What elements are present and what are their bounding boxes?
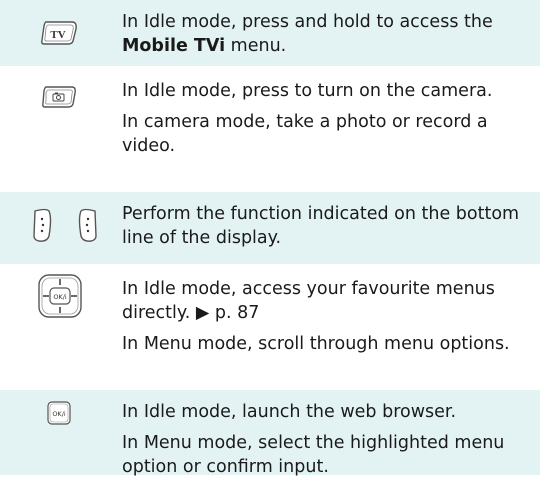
tv-key-icon: TV bbox=[41, 21, 77, 45]
description-paragraph: In camera mode, take a photo or record a… bbox=[122, 112, 488, 156]
description: In Idle mode, press to turn on the camer… bbox=[122, 66, 540, 192]
table-row: TV In Idle mode, press and hold to acces… bbox=[0, 0, 540, 66]
description-paragraph: In Idle mode, press and hold to access t… bbox=[122, 12, 493, 56]
icon-cell bbox=[0, 192, 122, 264]
icon-cell: OK/i bbox=[0, 390, 122, 475]
icon-cell: OK/i bbox=[0, 264, 122, 390]
icon-cell: TV bbox=[0, 0, 122, 66]
svg-text:TV: TV bbox=[50, 29, 65, 41]
table-row: OK/i In Idle mode, access your favourite… bbox=[0, 264, 540, 390]
description-paragraph: In Menu mode, select the highlighted men… bbox=[122, 433, 505, 477]
svg-text:OK/i: OK/i bbox=[53, 293, 67, 301]
description-paragraph: In Idle mode, press to turn on the camer… bbox=[122, 81, 493, 101]
description: Perform the function indicated on the bo… bbox=[122, 192, 540, 264]
description: In Idle mode, access your favourite menu… bbox=[122, 264, 540, 390]
svg-text:OK/i: OK/i bbox=[52, 410, 66, 418]
table-row: Perform the function indicated on the bo… bbox=[0, 192, 540, 264]
description: In Idle mode, launch the web browser. In… bbox=[122, 390, 540, 477]
icon-cell bbox=[0, 66, 122, 192]
camera-key-icon bbox=[42, 86, 76, 108]
description-paragraph: In Idle mode, access your favourite menu… bbox=[122, 279, 495, 323]
table-row: In Idle mode, press to turn on the camer… bbox=[0, 66, 540, 192]
navigation-key-icon: OK/i bbox=[38, 274, 82, 318]
description-paragraph: In Menu mode, scroll through menu option… bbox=[122, 334, 510, 354]
description-paragraph: In Idle mode, launch the web browser. bbox=[122, 402, 457, 422]
description: In Idle mode, press and hold to access t… bbox=[122, 0, 540, 66]
soft-keys-icon bbox=[33, 208, 97, 242]
ok-key-icon: OK/i bbox=[47, 401, 71, 425]
menu-name: Mobile TVi bbox=[122, 36, 226, 56]
table-row: OK/i In Idle mode, launch the web browse… bbox=[0, 390, 540, 477]
description-paragraph: Perform the function indicated on the bo… bbox=[122, 204, 520, 248]
